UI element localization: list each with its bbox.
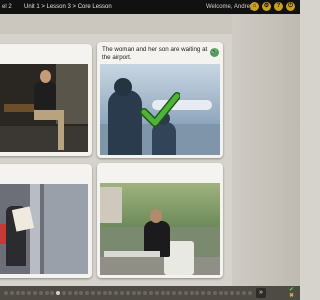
level-label: el 2 [2, 4, 12, 10]
card-caption: The woman and her son are waiting at the… [102, 46, 208, 61]
page-dot[interactable] [207, 291, 211, 295]
bottom-bar: » ✔ ✖ [0, 286, 300, 300]
welcome-text: Welcome, Andrey [206, 4, 253, 10]
page-dot[interactable] [102, 291, 107, 295]
breadcrumb: Unit 1 > Lesson 3 > Core Lesson [24, 4, 112, 10]
page-dot[interactable] [154, 291, 159, 295]
page-dot[interactable] [56, 291, 61, 295]
woman-at-cafe-photo [100, 183, 220, 275]
page-dot[interactable] [218, 291, 223, 295]
page-dot[interactable] [120, 291, 124, 295]
settings-icon[interactable]: ⚙ [262, 2, 271, 11]
top-bar: el 2 Unit 1 > Lesson 3 > Core Lesson Wel… [0, 0, 300, 14]
page-dot[interactable] [183, 291, 188, 295]
page-dot[interactable] [241, 291, 246, 295]
exit-icon[interactable]: ⏻ [286, 2, 295, 11]
page-dot[interactable] [166, 291, 171, 295]
page-dot[interactable] [149, 291, 153, 295]
page-dot[interactable] [131, 291, 136, 295]
answer-controls: ✔ ✖ [284, 286, 300, 300]
page-dot[interactable] [9, 291, 14, 295]
page-dot[interactable] [195, 291, 200, 295]
page-dot[interactable] [96, 291, 101, 295]
page-dot[interactable] [108, 291, 113, 295]
woman-reading-paper-photo [0, 184, 88, 274]
page-dot[interactable] [247, 291, 252, 295]
page-dot[interactable] [224, 291, 229, 295]
page-dot[interactable] [201, 291, 206, 295]
page-dot[interactable] [21, 291, 26, 295]
page-dot[interactable] [236, 291, 240, 295]
cancel-icon[interactable]: ✖ [287, 293, 296, 299]
answer-card-4[interactable] [97, 163, 223, 278]
page-dot[interactable] [230, 291, 235, 295]
page-dot[interactable] [114, 291, 119, 295]
answer-card-1[interactable] [0, 44, 92, 156]
page-dot[interactable] [44, 291, 49, 295]
page-dot[interactable] [85, 291, 90, 295]
page-dot[interactable] [91, 291, 95, 295]
page-dot[interactable] [73, 291, 78, 295]
man-and-boy-airport-photo [100, 64, 220, 155]
next-button[interactable]: » [256, 288, 266, 298]
page-dot[interactable] [125, 291, 130, 295]
page-dot[interactable] [160, 291, 165, 295]
audio-play-icon[interactable]: 🔊 [210, 48, 219, 57]
page-dot[interactable] [15, 291, 20, 295]
answer-card-2[interactable]: The woman and her son are waiting at the… [97, 42, 223, 158]
page-dot[interactable] [143, 291, 148, 295]
page-dot[interactable] [189, 291, 194, 295]
correct-check-icon [140, 92, 180, 127]
page-dot[interactable] [172, 291, 177, 295]
page-dot[interactable] [212, 291, 217, 295]
help-icon[interactable]: ? [274, 2, 283, 11]
page-dot[interactable] [50, 291, 55, 295]
answer-card-3[interactable] [0, 164, 92, 278]
page-dot[interactable] [79, 291, 84, 295]
page-dot[interactable] [137, 291, 142, 295]
page-dot[interactable] [38, 291, 43, 295]
page-dot[interactable] [62, 291, 66, 295]
man-on-bench-photo [0, 64, 88, 152]
page-dot[interactable] [178, 291, 182, 295]
page-dot[interactable] [67, 291, 72, 295]
right-panel [232, 14, 300, 286]
page-dot[interactable] [27, 291, 32, 295]
page-dot[interactable] [4, 291, 8, 295]
page-dot[interactable] [33, 291, 37, 295]
home-icon[interactable]: ⌂ [250, 2, 259, 11]
